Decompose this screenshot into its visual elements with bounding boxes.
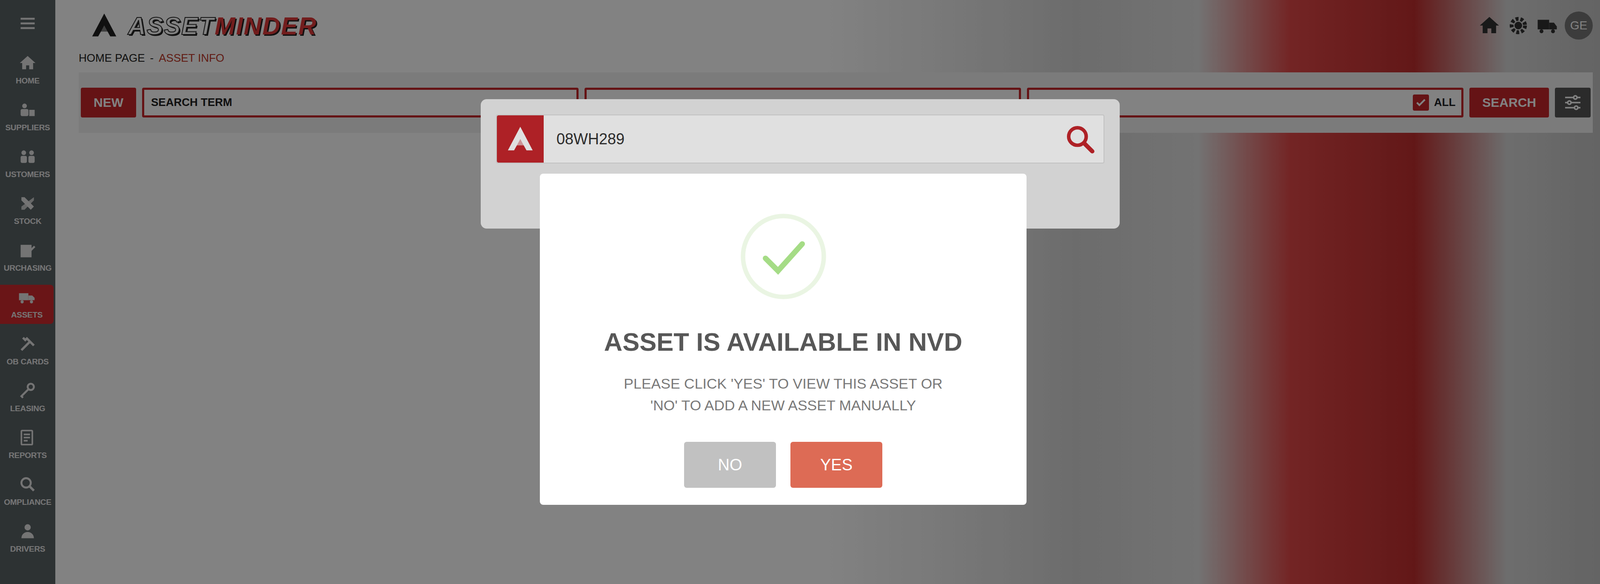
yes-button[interactable]: YES (790, 441, 883, 488)
success-check-icon (738, 211, 829, 302)
alert-message: PLEASE CLICK 'YES' TO VIEW THIS ASSET OR… (556, 372, 1010, 417)
alert-dialog: ASSET IS AVAILABLE IN NVD PLEASE CLICK 'Y… (539, 173, 1027, 505)
alert-buttons: NO YES (556, 441, 1010, 488)
no-button[interactable]: NO (684, 441, 776, 488)
alert-message-line: PLEASE CLICK 'YES' TO VIEW THIS ASSET OR (556, 372, 1010, 395)
alert-title: ASSET IS AVAILABLE IN NVD (556, 326, 1010, 358)
alert-message-line: 'NO' TO ADD A NEW ASSET MANUALLY (556, 394, 1010, 417)
